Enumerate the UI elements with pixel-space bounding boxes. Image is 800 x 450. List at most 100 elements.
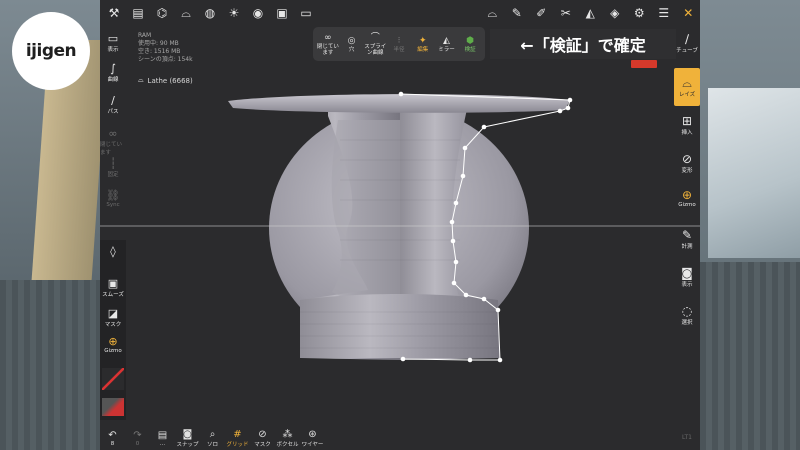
display-button[interactable]: ▭ 表示 [100,32,126,54]
scene-vertices: シーンの頂点: 154k [138,56,193,63]
mask-toggle[interactable]: ⊘ マスク [250,426,275,450]
grid-button[interactable]: # グリッド [225,426,250,450]
folder-icon[interactable]: ▤ [126,0,150,26]
popup-validate[interactable]: ⬢ 検証 [458,36,482,53]
ram-free: 空き: 1516 MB [138,48,181,55]
grid-icon: # [233,428,242,440]
layer-name: Lathe (6668) [147,76,193,85]
popup-edit[interactable]: ✦ 編集 [411,36,435,53]
camera-icon: ◙ [681,266,693,280]
drop-icon: ◊ [110,245,116,258]
ram-used: 使用中: 90 MB [138,40,179,47]
brush-panel: ◊ ▣ スムーズ ◪ マスク ⊕ Gizmo [100,240,126,420]
transform-tool[interactable]: ⊘ 変形 [674,152,700,174]
trim-icon[interactable]: ✂ [554,0,579,26]
intensity-slider[interactable] [102,398,124,416]
image-icon[interactable]: ▣ [270,0,294,26]
curve-button[interactable]: ∫ 曲線 [100,62,126,84]
version-label: LT1 [682,434,692,441]
tube-icon: ∕ [684,32,690,46]
popup-spline[interactable]: ⌒ スプライン曲線 [363,33,387,56]
drop-button[interactable]: ◊ [100,246,126,258]
mask-button[interactable]: ◪ マスク [100,308,126,329]
gizmo-icon: ⊕ [681,188,693,202]
sliders-icon[interactable]: ☰ [652,0,677,26]
lathe-icon: ⌓ [138,76,144,84]
link-icon: ⛓ [106,189,120,202]
gizmo-tool[interactable]: ⊕ Gizmo [674,188,700,208]
brush-icon[interactable]: ✎ [505,0,530,26]
smooth-icon: ▣ [107,277,119,290]
lathe-tool[interactable]: ⌓ レイズ [674,68,700,106]
closed-toggle[interactable]: ∞ 閉じています [100,128,126,157]
voxel-button[interactable]: ⁂ ボクセル [275,426,300,450]
voxel-icon: ⁂ [282,428,293,440]
tools-icon[interactable]: ✕ [676,0,701,26]
mirror-icon[interactable]: ◭ [578,0,603,26]
pin-icon: ┆ [109,157,117,170]
path-button[interactable]: ∕ パス [100,95,126,116]
transform-icon: ⊘ [681,152,693,166]
ruler-icon: ✎ [681,228,693,242]
radius-slider[interactable] [102,368,124,390]
curve-icon: ∫ [110,62,116,75]
popup-closed[interactable]: ∞ 閉じています [316,33,340,56]
lathe-tool-icon[interactable]: ⌓ [480,0,505,26]
popup-half[interactable]: ⁝ 半径 [387,36,411,53]
globe-icon[interactable]: ◍ [198,0,222,26]
insert-tool[interactable]: ⊞ 挿入 [674,114,700,136]
curve-options-popup: ∞ 閉じています ◎ 穴 ⌒ スプライン曲線 ⁝ 半径 ✦ 編集 ◭ ミラー ⬢… [313,27,485,61]
validate-icon: ⬢ [466,35,475,46]
display-icon: ▭ [107,32,119,45]
view-tool[interactable]: ◙ 表示 [674,266,700,288]
tool-icon[interactable]: ⌓ [174,0,198,26]
eye-off-icon: ⊘ [258,428,267,440]
channel-logo: ijigen [12,12,90,90]
stack-icon: ▤ [157,429,168,441]
lathe-icon: ⌓ [682,76,692,90]
floor-left [0,280,100,450]
undo-button[interactable]: ↶ 8 [100,426,125,450]
material-icon[interactable]: ◉ [246,0,270,26]
top-toolbar: ⚒ ▤ ⌬ ⌓ ◍ ☀ ◉ ▣ ▭ ⌓ ✎ ✐ ✂ ◭ ◈ ⚙ ☰ ✕ [100,0,700,26]
settings-icon[interactable]: ⚙ [627,0,652,26]
spline-icon: ⌒ [370,32,380,43]
3d-viewport[interactable] [100,0,700,450]
insert-icon: ⊞ [681,114,693,128]
ram-label: RAM [138,32,152,39]
half-icon: ⁝ [397,35,401,46]
measure-tool[interactable]: ✎ 計測 [674,228,700,250]
redo-icon: ↷ [133,429,142,441]
hole-icon: ◎ [347,35,356,46]
select-icon: ◌ [681,304,693,318]
active-layer[interactable]: ⌓ Lathe (6668) [138,76,193,85]
layers-button[interactable]: ▤ ... [150,426,175,450]
record-indicator [631,60,657,68]
video-icon[interactable]: ▭ [294,0,318,26]
sync-toggle[interactable]: ⛓ Sync [100,189,126,209]
gizmo-icon: ⊕ [108,335,118,348]
undo-icon: ↶ [108,429,117,441]
select-tool[interactable]: ◌ 選択 [674,304,700,326]
edit-icon: ✦ [418,35,427,46]
wireframe-icon: ⊛ [308,428,317,440]
fixed-toggle[interactable]: ┆ 固定 [100,157,126,179]
solo-button[interactable]: ⌕ ソロ [200,426,225,450]
menu-wrench-icon[interactable]: ⚒ [102,0,126,26]
smooth-button[interactable]: ▣ スムーズ [100,277,126,299]
layers-icon[interactable]: ◈ [603,0,628,26]
tube-tool[interactable]: ∕ チューブ [674,32,700,54]
wire-button[interactable]: ⊛ ワイヤー [300,426,325,450]
redo-button[interactable]: ↷ 0 [125,426,150,450]
popup-mirror[interactable]: ◭ ミラー [435,36,459,53]
instruction-caption: ←「検証」で確定 [490,29,676,59]
snap-button[interactable]: ◙ スナップ [175,426,200,450]
floor-right [700,262,800,450]
sun-icon[interactable]: ☀ [222,0,246,26]
share-icon[interactable]: ⌬ [150,0,174,26]
paint-icon[interactable]: ✐ [529,0,554,26]
popup-hole[interactable]: ◎ 穴 [340,36,364,53]
window-right [708,88,800,258]
gizmo-button[interactable]: ⊕ Gizmo [100,335,126,355]
mirror-icon: ◭ [442,35,450,46]
